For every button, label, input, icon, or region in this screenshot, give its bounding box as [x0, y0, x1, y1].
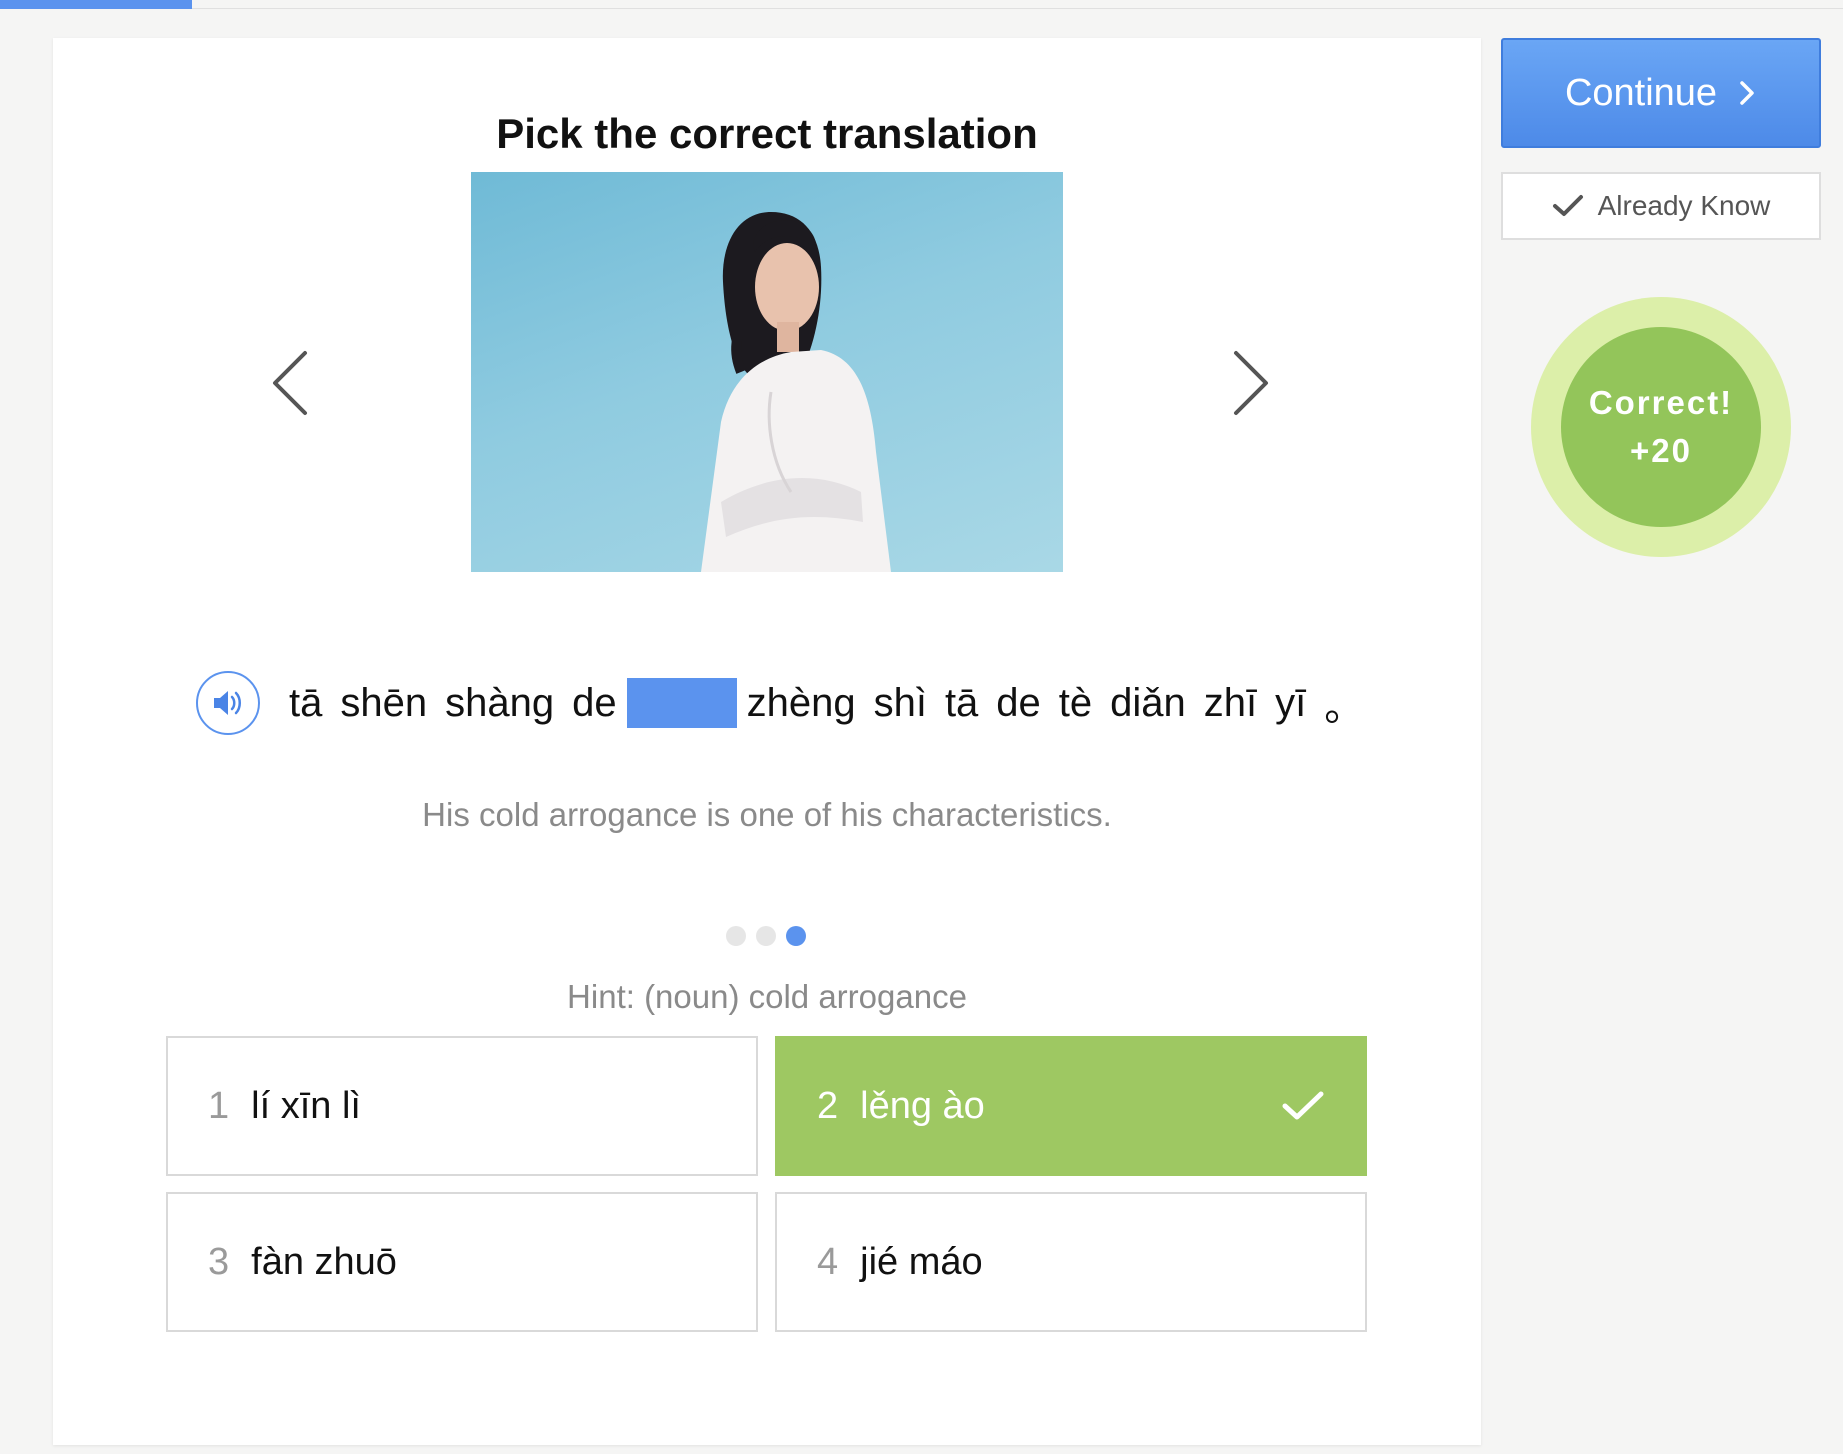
continue-button[interactable]: Continue — [1501, 38, 1821, 148]
sentence-word: shì — [873, 680, 927, 725]
chevron-right-icon — [1234, 351, 1268, 415]
already-know-label: Already Know — [1597, 190, 1771, 221]
lesson-progress-bar — [0, 0, 1843, 9]
sentence-punctuation: 。 — [1324, 685, 1365, 729]
option-number: 2 — [817, 1084, 839, 1127]
answer-blank — [626, 678, 737, 728]
sentence-word: zhī — [1203, 680, 1258, 725]
option-text: jié máo — [860, 1240, 983, 1283]
answer-option-4[interactable]: 4 jié máo — [775, 1192, 1367, 1332]
already-know-button[interactable]: Already Know — [1501, 172, 1821, 240]
checkmark-icon — [1282, 1091, 1324, 1120]
pagination-dot[interactable] — [756, 926, 776, 946]
option-text: lí xīn lì — [251, 1084, 361, 1127]
sentence-word: tā — [944, 680, 979, 725]
option-number: 1 — [208, 1084, 230, 1127]
sentence-word: shàng — [445, 680, 555, 725]
speaker-icon — [214, 691, 241, 715]
woman-portrait-illustration — [701, 212, 891, 572]
sentence-word: shēn — [340, 680, 428, 725]
option-number: 4 — [817, 1240, 839, 1283]
correct-feedback-core: Correct! +20 — [1561, 327, 1761, 527]
page-title: Pick the correct translation — [496, 110, 1038, 157]
pagination-dots — [726, 926, 806, 946]
sentence-word: yī — [1275, 680, 1307, 725]
chevron-right-icon — [1740, 81, 1754, 105]
correct-feedback-badge: Correct! +20 — [1531, 297, 1791, 557]
answer-option-3[interactable]: 3 fàn zhuō — [166, 1192, 758, 1332]
lesson-progress-fill — [0, 0, 192, 9]
answer-option-2[interactable]: 2 lěng ào — [775, 1036, 1367, 1176]
sentence-illustration-image — [471, 172, 1063, 572]
option-text: fàn zhuō — [251, 1240, 397, 1283]
feedback-points: +20 — [1630, 432, 1692, 469]
sentence-word: tā — [289, 680, 323, 725]
continue-label: Continue — [1564, 71, 1718, 114]
answer-option-1[interactable]: 1 lí xīn lì — [166, 1036, 758, 1176]
exercise-card: Pick the correct translation tā shēn shà… — [53, 38, 1481, 1445]
chevron-left-icon — [273, 351, 307, 415]
checkmark-icon — [1552, 195, 1583, 216]
sentence-word: diǎn — [1110, 680, 1186, 725]
previous-sentence-button[interactable] — [263, 338, 323, 428]
pagination-dot[interactable] — [726, 926, 746, 946]
pinyin-sentence: tā shēn shàng de zhèng shì tā de tè diǎn… — [289, 668, 1382, 738]
option-number: 3 — [208, 1240, 230, 1283]
sentence-word: tè — [1058, 680, 1093, 725]
hint-text: Hint: (noun) cold arrogance — [567, 978, 967, 1015]
next-sentence-button[interactable] — [1218, 338, 1278, 428]
play-audio-button[interactable] — [196, 671, 260, 735]
feedback-title: Correct! — [1588, 384, 1734, 422]
sentence-translation: His cold arrogance is one of his charact… — [422, 796, 1112, 833]
sentence-word: de — [996, 680, 1041, 725]
sentence-word: zhèng — [746, 680, 856, 725]
pagination-dot-active[interactable] — [786, 926, 806, 946]
option-text: lěng ào — [860, 1084, 985, 1127]
sentence-word: de — [572, 680, 617, 725]
